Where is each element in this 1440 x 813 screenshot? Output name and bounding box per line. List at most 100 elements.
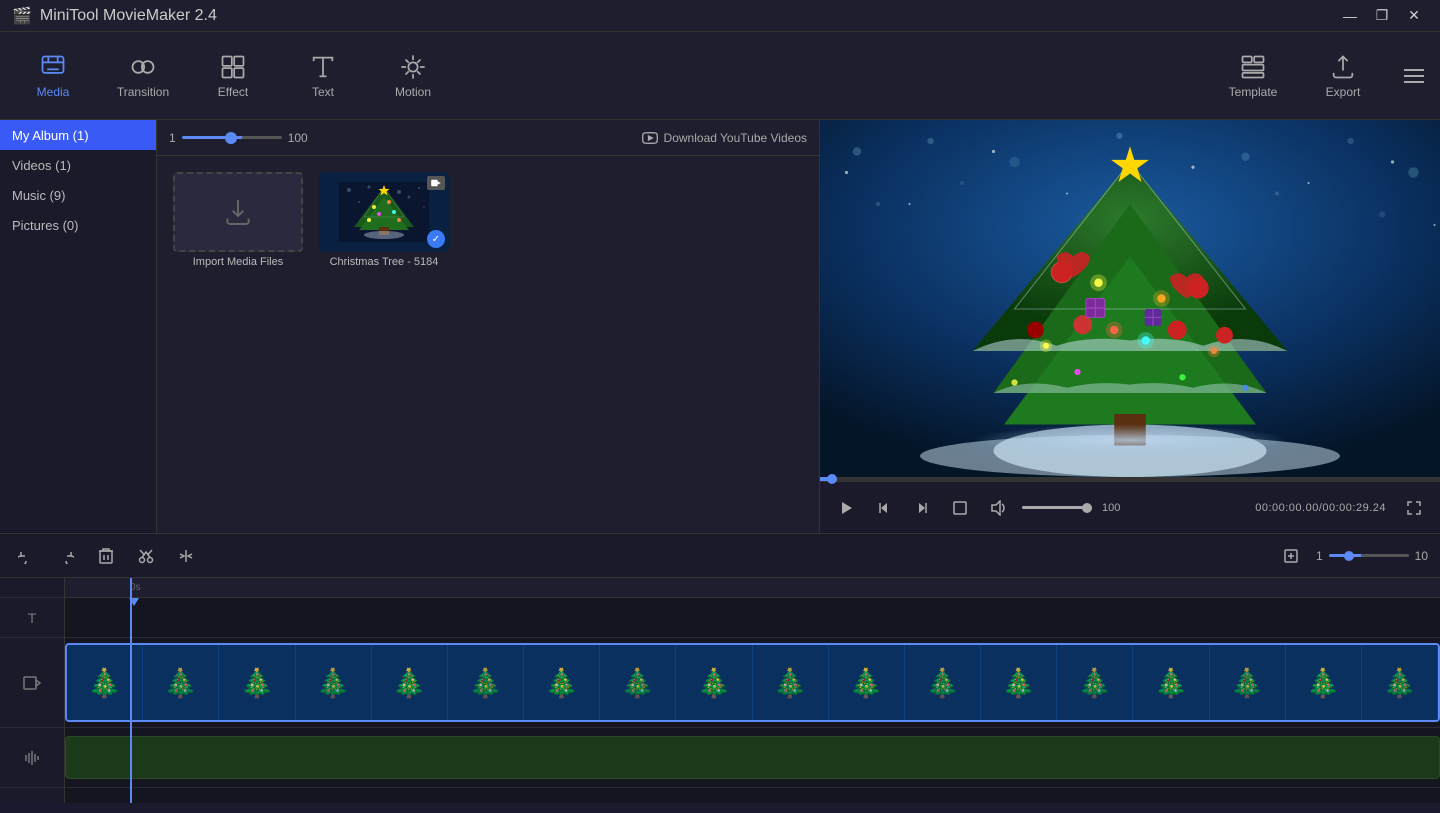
christmas-tree-label: Christmas Tree - 5184 xyxy=(330,256,439,268)
fullscreen-preview-button[interactable] xyxy=(946,494,974,522)
progress-bar[interactable] xyxy=(820,477,1440,481)
fullscreen-button[interactable] xyxy=(1400,494,1428,522)
title-bar-controls: — ❐ ✕ xyxy=(1336,6,1428,26)
strip-frame-13 xyxy=(981,645,1057,720)
christmas-tree-thumb[interactable]: ✓ xyxy=(319,172,449,252)
sidebar-item-myalbum[interactable]: My Album (1) xyxy=(0,120,156,150)
title-bar-left: 🎬 MiniTool MovieMaker 2.4 xyxy=(12,6,217,26)
step-back-icon xyxy=(877,501,891,515)
app-icon: 🎬 xyxy=(12,6,32,26)
step-forward-button[interactable] xyxy=(908,494,936,522)
menu-line-1 xyxy=(1404,69,1424,71)
track-headers: T xyxy=(0,578,65,803)
toolbar-template-label: Template xyxy=(1229,85,1278,99)
sidebar: My Album (1) Videos (1) Music (9) Pictur… xyxy=(0,120,157,533)
maximize-button[interactable]: ❐ xyxy=(1368,6,1396,26)
strip-frame-6 xyxy=(448,645,524,720)
split-icon xyxy=(178,548,194,564)
toolbar-transition[interactable]: Transition xyxy=(98,36,188,116)
preview-controls: 100 00:00:00.00/00:00:29.24 xyxy=(820,481,1440,533)
progress-dot xyxy=(827,474,837,484)
toolbar-template[interactable]: Template xyxy=(1208,36,1298,116)
media-grid: Import Media Files xyxy=(157,156,819,533)
toolbar: Media Transition Effect Text xyxy=(0,32,1440,120)
timeline-content: T 0s xyxy=(0,578,1440,803)
download-youtube-label: Download YouTube Videos xyxy=(664,131,807,145)
video-track-icon xyxy=(23,674,41,692)
download-youtube-button[interactable]: Download YouTube Videos xyxy=(642,130,807,146)
toolbar-media-label: Media xyxy=(37,85,70,99)
menu-button[interactable] xyxy=(1396,58,1432,94)
import-thumb[interactable] xyxy=(173,172,303,252)
strip-frame-18 xyxy=(1362,645,1438,720)
redo-button[interactable] xyxy=(52,542,80,570)
volume-button[interactable] xyxy=(984,494,1012,522)
app-title: MiniTool MovieMaker 2.4 xyxy=(40,7,217,25)
play-button[interactable] xyxy=(832,494,860,522)
video-badge xyxy=(427,176,445,190)
sidebar-item-music[interactable]: Music (9) xyxy=(0,180,156,210)
sidebar-item-videos[interactable]: Videos (1) xyxy=(0,150,156,180)
volume-slider[interactable] xyxy=(1022,506,1092,509)
zoom-slider[interactable] xyxy=(182,136,282,139)
time-header xyxy=(0,578,64,598)
zoom-min-label: 1 xyxy=(169,131,176,145)
strip-frame-15 xyxy=(1133,645,1209,720)
close-button[interactable]: ✕ xyxy=(1400,6,1428,26)
title-bar: 🎬 MiniTool MovieMaker 2.4 — ❐ ✕ xyxy=(0,0,1440,32)
step-forward-icon xyxy=(915,501,929,515)
import-label: Import Media Files xyxy=(193,256,283,268)
sidebar-item-pictures[interactable]: Pictures (0) xyxy=(0,210,156,240)
minimize-button[interactable]: — xyxy=(1336,6,1364,26)
zoom-range: 1 100 xyxy=(169,131,308,145)
toolbar-export-label: Export xyxy=(1326,85,1361,99)
delete-icon xyxy=(99,548,113,564)
import-media-item[interactable]: Import Media Files xyxy=(173,172,303,268)
video-strip[interactable] xyxy=(65,643,1440,722)
text-track-header: T xyxy=(0,598,64,638)
timeline-tracks: 0s xyxy=(65,578,1440,803)
fit-button[interactable] xyxy=(1278,542,1304,570)
cut-icon xyxy=(138,548,154,564)
video-track-content xyxy=(65,638,1440,727)
toolbar-media[interactable]: Media xyxy=(8,36,98,116)
text-track-icon: T xyxy=(28,610,37,626)
redo-icon xyxy=(58,548,74,564)
audio-track-icon xyxy=(23,749,41,767)
play-icon xyxy=(838,500,854,516)
fit-icon xyxy=(1284,549,1298,563)
split-button[interactable] xyxy=(172,542,200,570)
timeline-toolbar: 1 10 xyxy=(0,534,1440,578)
toolbar-motion[interactable]: Motion xyxy=(368,36,458,116)
undo-button[interactable] xyxy=(12,542,40,570)
christmas-tree-media-item[interactable]: ✓ Christmas Tree - 5184 xyxy=(319,172,449,268)
timeline: 1 10 T xyxy=(0,533,1440,803)
strip-frame-5 xyxy=(372,645,448,720)
preview-video-inner xyxy=(820,120,1440,477)
toolbar-effect-label: Effect xyxy=(218,85,248,99)
volume-value: 100 xyxy=(1102,502,1132,514)
strip-frame-9 xyxy=(676,645,752,720)
undo-icon xyxy=(18,548,34,564)
strip-frame-7 xyxy=(524,645,600,720)
video-track-row[interactable] xyxy=(65,638,1440,728)
menu-line-2 xyxy=(1404,75,1424,77)
strip-frame-11 xyxy=(829,645,905,720)
audio-track-content xyxy=(65,728,1440,787)
delete-button[interactable] xyxy=(92,542,120,570)
timeline-zoom-slider[interactable] xyxy=(1329,554,1409,557)
cut-button[interactable] xyxy=(132,542,160,570)
step-back-button[interactable] xyxy=(870,494,898,522)
time-ruler: 0s xyxy=(65,578,1440,598)
video-track-header xyxy=(0,638,64,728)
toolbar-text[interactable]: Text xyxy=(278,36,368,116)
volume-icon xyxy=(990,500,1006,516)
expand-icon xyxy=(1407,501,1421,515)
text-track-content xyxy=(65,598,1440,637)
toolbar-export[interactable]: Export xyxy=(1298,36,1388,116)
main-workspace: My Album (1) Videos (1) Music (9) Pictur… xyxy=(0,120,1440,533)
toolbar-effect[interactable]: Effect xyxy=(188,36,278,116)
strip-frame-4 xyxy=(296,645,372,720)
strip-frame-14 xyxy=(1057,645,1133,720)
zoom-min-label: 1 xyxy=(1316,549,1323,563)
